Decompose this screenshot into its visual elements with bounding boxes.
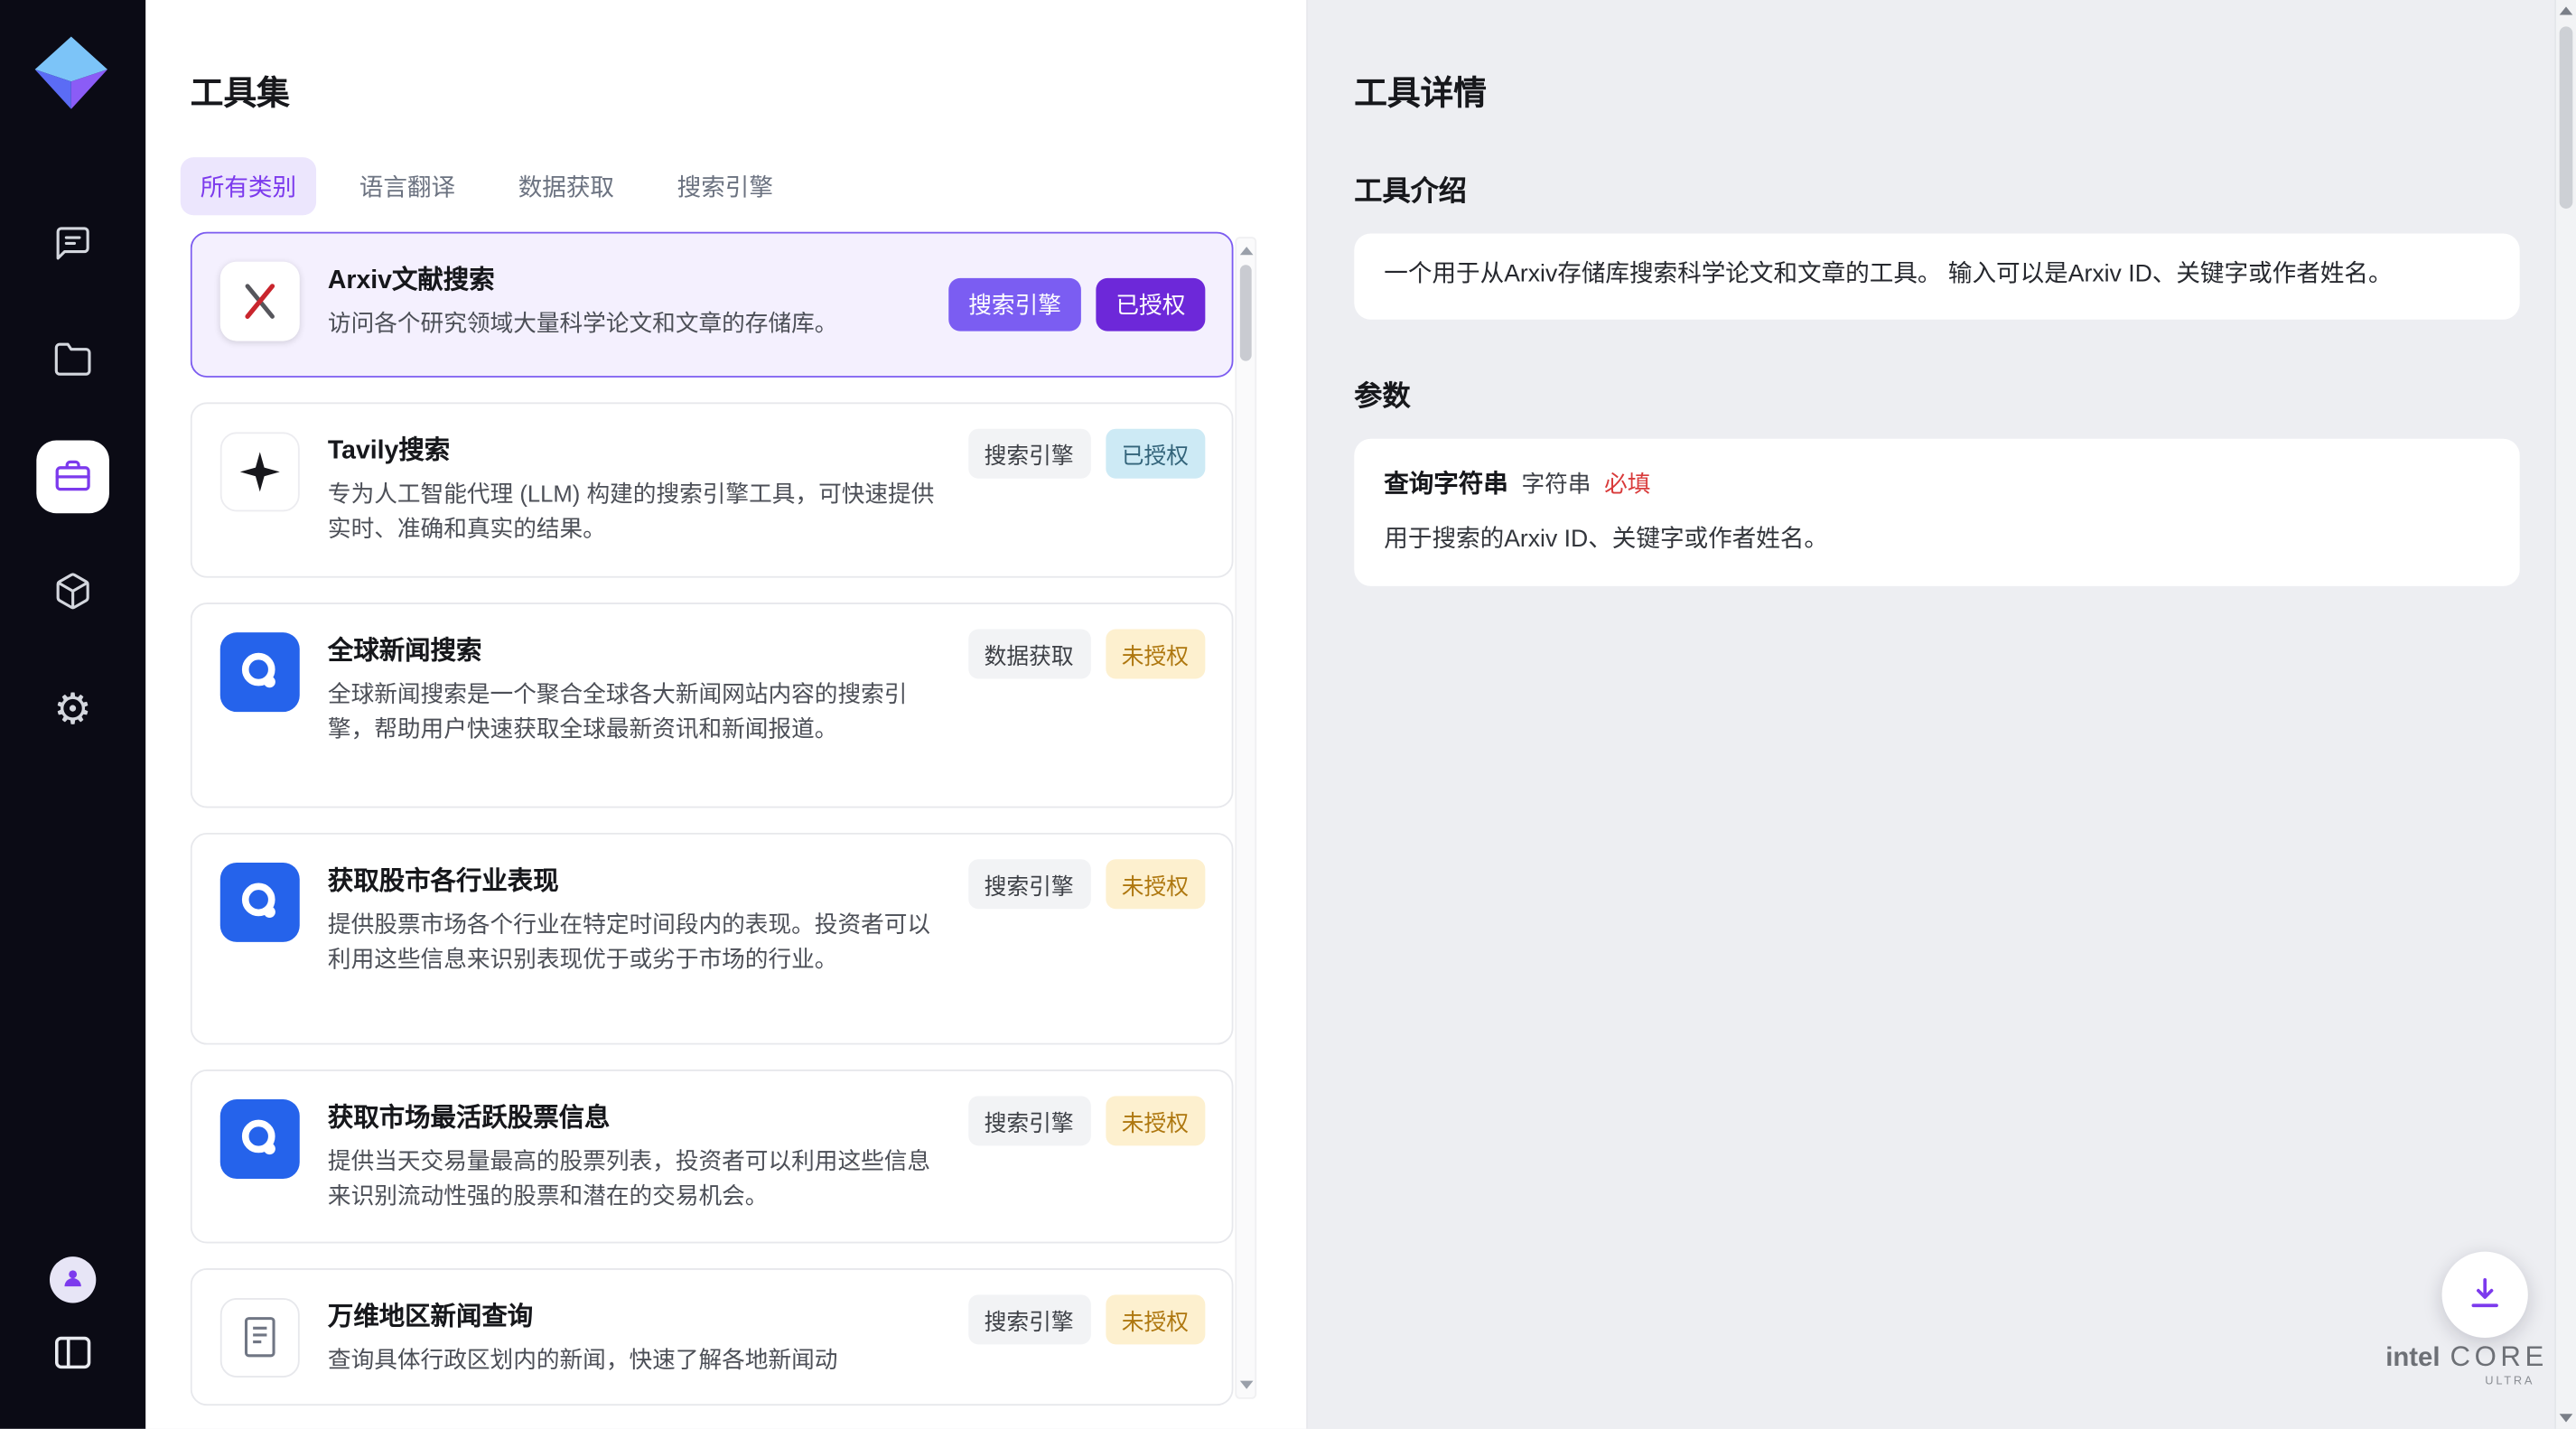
page-scroll-down-arrow[interactable] [2560, 1414, 2573, 1422]
download-icon [2465, 1273, 2505, 1317]
page-scrollbar [2554, 0, 2576, 1429]
toolset-panel: 工具集 所有类别 语言翻译 数据获取 搜索引擎 Arxiv文献搜索 访问各个研究… [145, 0, 1308, 1429]
document-icon [220, 1297, 300, 1377]
toolset-title: 工具集 [191, 66, 290, 114]
tool-card-most-active-stocks[interactable]: 获取市场最活跃股票信息 提供当天交易量最高的股票列表，投资者可以利用这些信息来识… [191, 1069, 1234, 1243]
intro-text: 一个用于从Arxiv存储库搜索科学论文和文章的工具。 输入可以是Arxiv ID… [1384, 262, 2392, 288]
tool-card-global-news[interactable]: 全球新闻搜索 全球新闻搜索是一个聚合全球各大新闻网站内容的搜索引擎，帮助用户快速… [191, 602, 1234, 808]
tool-name: 全球新闻搜索 [328, 630, 944, 667]
scrollbar-thumb[interactable] [1240, 265, 1252, 360]
app-logo [32, 33, 111, 113]
category-tag[interactable]: 搜索引擎 [967, 1294, 1090, 1343]
tool-name: 获取股市各行业表现 [328, 861, 944, 897]
param-header: 查询字符串字符串必填 [1384, 466, 2489, 504]
briefcase-icon [53, 454, 93, 499]
page-scrollbar-thumb[interactable] [2560, 26, 2573, 209]
intel-wordmark: intel [2385, 1344, 2440, 1374]
param-name: 查询字符串 [1384, 470, 1507, 498]
scroll-up-arrow[interactable] [1239, 247, 1253, 255]
category-tag[interactable]: 搜索引擎 [948, 278, 1081, 332]
page-scroll-up-arrow[interactable] [2560, 6, 2573, 14]
news-search-icon [220, 863, 300, 942]
scroll-down-arrow[interactable] [1239, 1381, 1253, 1389]
auth-status-tag[interactable]: 未授权 [1105, 1294, 1205, 1343]
settings-gear-icon: ⚙ [53, 687, 92, 731]
news-search-icon [220, 632, 300, 712]
param-card: 查询字符串字符串必填 用于搜索的Arxiv ID、关键字或作者姓名。 [1354, 438, 2519, 586]
auth-status-tag[interactable]: 已授权 [1105, 429, 1205, 479]
tool-list-scrollbar [1235, 237, 1256, 1399]
tool-name: 获取市场最活跃股票信息 [328, 1097, 944, 1134]
tool-name: Arxiv文献搜索 [328, 260, 944, 296]
category-tag[interactable]: 数据获取 [967, 630, 1090, 679]
chat-icon [53, 223, 93, 267]
param-description: 用于搜索的Arxiv ID、关键字或作者姓名。 [1384, 522, 2489, 558]
sidebar-item-models[interactable] [36, 556, 109, 630]
tool-card-tavily[interactable]: Tavily搜索 专为人工智能代理 (LLM) 构建的搜索引擎工具，可快速提供实… [191, 402, 1234, 577]
tool-details-panel: 工具详情 工具介绍 一个用于从Arxiv存储库搜索科学论文和文章的工具。 输入可… [1354, 0, 2519, 586]
sidebar-item-chat[interactable] [36, 209, 109, 282]
tab-search-engine[interactable]: 搜索引擎 [658, 157, 793, 215]
collapse-panel-icon [51, 1331, 95, 1378]
arxiv-icon [220, 262, 300, 341]
tool-card-regional-news[interactable]: 万维地区新闻查询 查询具体行政区划内的新闻，快速了解各地新闻动 搜索引擎 未授权 [191, 1267, 1234, 1406]
category-tag[interactable]: 搜索引擎 [967, 429, 1090, 479]
tool-card-sector-performance[interactable]: 获取股市各行业表现 提供股票市场各个行业在特定时间段内的表现。投资者可以利用这些… [191, 833, 1234, 1045]
sidebar-item-files[interactable] [36, 324, 109, 397]
avatar-person-icon [60, 1264, 86, 1295]
tavily-star-icon [220, 432, 300, 511]
category-tabs: 所有类别 语言翻译 数据获取 搜索引擎 [181, 157, 793, 215]
news-search-icon [220, 1099, 300, 1179]
tool-description: 全球新闻搜索是一个聚合全球各大新闻网站内容的搜索引擎，帮助用户快速获取全球最新资… [328, 677, 944, 748]
sidebar-item-settings[interactable]: ⚙ [36, 672, 109, 745]
tab-all-categories[interactable]: 所有类别 [181, 157, 316, 215]
sidebar: ⚙ [0, 0, 145, 1429]
auth-status-tag[interactable]: 未授权 [1105, 1096, 1205, 1145]
details-title: 工具详情 [1354, 66, 2519, 114]
tool-description: 查询具体行政区划内的新闻，快速了解各地新闻动 [328, 1342, 944, 1378]
tab-translation[interactable]: 语言翻译 [340, 157, 475, 215]
tool-card-arxiv[interactable]: Arxiv文献搜索 访问各个研究领域大量科学论文和文章的存储库。 搜索引擎 已授… [191, 232, 1234, 378]
auth-status-tag[interactable]: 已授权 [1096, 278, 1205, 332]
intel-core-logo: intel core ULTRA [2393, 1341, 2542, 1387]
category-tag[interactable]: 搜索引擎 [967, 1096, 1090, 1145]
tool-list: Arxiv文献搜索 访问各个研究领域大量科学论文和文章的存储库。 搜索引擎 已授… [191, 232, 1234, 1429]
cube-icon [53, 570, 93, 614]
category-tag[interactable]: 搜索引擎 [967, 859, 1090, 909]
tool-name: 万维地区新闻查询 [328, 1295, 944, 1331]
tool-description: 访问各个研究领域大量科学论文和文章的存储库。 [328, 306, 944, 341]
auth-status-tag[interactable]: 未授权 [1105, 630, 1205, 679]
tab-data-fetch[interactable]: 数据获取 [499, 157, 634, 215]
tool-name: Tavily搜索 [328, 431, 944, 467]
auth-status-tag[interactable]: 未授权 [1105, 859, 1205, 909]
folder-icon [53, 339, 93, 383]
param-type: 字符串 [1521, 470, 1591, 496]
collapse-panel-button[interactable] [36, 1318, 109, 1391]
user-avatar[interactable] [50, 1256, 96, 1303]
ultra-wordmark: ULTRA [2393, 1376, 2542, 1387]
param-required-badge: 必填 [1604, 470, 1650, 496]
download-button[interactable] [2442, 1252, 2528, 1338]
tool-description: 提供股票市场各个行业在特定时间段内的表现。投资者可以利用这些信息来识别表现优于或… [328, 907, 944, 977]
tool-description: 提供当天交易量最高的股票列表，投资者可以利用这些信息来识别流动性强的股票和潜在的… [328, 1144, 944, 1215]
params-heading: 参数 [1354, 372, 2519, 414]
tool-description: 专为人工智能代理 (LLM) 构建的搜索引擎工具，可快速提供实时、准确和真实的结… [328, 477, 944, 547]
intro-card: 一个用于从Arxiv存储库搜索科学论文和文章的工具。 输入可以是Arxiv ID… [1354, 233, 2519, 319]
sidebar-item-tools[interactable] [36, 441, 109, 514]
app-root: ⚙ 工具集 所有类别 语言翻译 数据获取 [0, 0, 2576, 1429]
core-wordmark: core [2450, 1341, 2547, 1375]
intro-heading: 工具介绍 [1354, 167, 2519, 209]
